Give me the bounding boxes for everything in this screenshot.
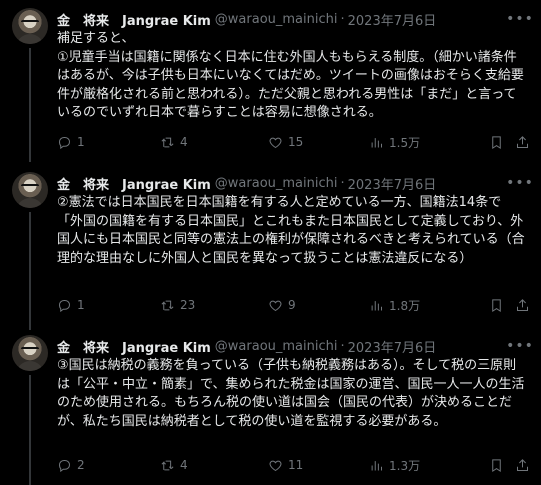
- heart-icon: [269, 300, 282, 311]
- retweet-count: 4: [180, 135, 188, 149]
- retweet-count: 4: [180, 458, 188, 472]
- retweet-button[interactable]: 4: [160, 455, 188, 475]
- like-button[interactable]: 11: [268, 455, 303, 475]
- retweet-button[interactable]: 4: [160, 132, 188, 152]
- thread-line: [29, 48, 31, 162]
- reply-icon: [58, 299, 71, 312]
- reply-button[interactable]: 1: [57, 295, 85, 315]
- views-button[interactable]: 1.8万: [369, 295, 420, 315]
- bookmark-icon: [492, 458, 501, 472]
- bookmark-button[interactable]: [489, 132, 504, 152]
- share-button[interactable]: [515, 295, 530, 315]
- share-icon: [517, 298, 528, 311]
- separator: ·: [340, 175, 345, 191]
- retweet-icon: [161, 137, 174, 147]
- tweet-text: 補足すると、 ①児童手当は国籍に関係なく日本に住む外国人ももらえる制度。（細かい…: [57, 31, 524, 121]
- heart-icon: [269, 460, 282, 471]
- author-handle[interactable]: @waraou_mainichi: [215, 176, 338, 191]
- retweet-icon: [161, 300, 174, 310]
- author-handle[interactable]: @waraou_mainichi: [215, 339, 338, 354]
- retweet-button[interactable]: 23: [160, 295, 195, 315]
- like-count: 15: [288, 135, 304, 149]
- views-chart-icon: [371, 137, 382, 147]
- separator: ·: [340, 11, 345, 27]
- reply-button[interactable]: 1: [57, 132, 85, 152]
- share-button[interactable]: [515, 455, 530, 475]
- thread-line: [29, 375, 31, 485]
- tweet-header: 金 将来 Jangrae Kim @waraou_mainichi · 2023…: [57, 174, 437, 193]
- tweet-text: ③国民は納税の義務を負っている（子供も納税義務はある）。そして税の三原則は「公平…: [57, 358, 525, 429]
- reply-icon: [58, 459, 71, 472]
- tweet[interactable]: 金 将来 Jangrae Kim @waraou_mainichi · 2023…: [0, 8, 541, 162]
- thread-line: [29, 212, 31, 330]
- share-icon: [517, 135, 528, 148]
- views-chart-icon: [371, 300, 382, 310]
- view-count: 1.8万: [389, 298, 421, 313]
- retweet-icon: [161, 460, 174, 470]
- tweet[interactable]: 金 将来 Jangrae Kim @waraou_mainichi · 2023…: [0, 172, 541, 330]
- avatar[interactable]: [12, 335, 48, 371]
- views-button[interactable]: 1.5万: [369, 132, 420, 152]
- separator: ·: [340, 338, 345, 354]
- tweet-header: 金 将来 Jangrae Kim @waraou_mainichi · 2023…: [57, 337, 437, 356]
- author-name[interactable]: 金 将来 Jangrae Kim: [57, 174, 211, 193]
- bookmark-button[interactable]: [489, 455, 504, 475]
- author-handle[interactable]: @waraou_mainichi: [215, 12, 338, 27]
- view-count: 1.3万: [389, 458, 421, 473]
- bookmark-button[interactable]: [489, 295, 504, 315]
- tweet-actions: 2 4 11 1.3万: [57, 455, 530, 475]
- tweet[interactable]: 金 将来 Jangrae Kim @waraou_mainichi · 2023…: [0, 335, 541, 485]
- retweet-count: 23: [180, 298, 196, 312]
- tweet-text: ②憲法では日本国民を日本国籍を有する人と定めている一方、国籍法14条で「外国の国…: [57, 195, 525, 266]
- reply-icon: [58, 136, 71, 149]
- like-button[interactable]: 9: [268, 295, 296, 315]
- like-button[interactable]: 15: [268, 132, 303, 152]
- views-button[interactable]: 1.3万: [369, 455, 420, 475]
- like-count: 9: [288, 298, 296, 312]
- more-dots-icon[interactable]: •••: [506, 337, 533, 355]
- avatar[interactable]: [12, 8, 48, 44]
- share-button[interactable]: [515, 132, 530, 152]
- reply-button[interactable]: 2: [57, 455, 85, 475]
- share-icon: [517, 458, 528, 471]
- view-count: 1.5万: [389, 135, 421, 150]
- tweet-date[interactable]: 2023年7月6日: [348, 174, 437, 193]
- tweet-date[interactable]: 2023年7月6日: [348, 337, 437, 356]
- tweet-actions: 1 4 15 1.5万: [57, 132, 530, 152]
- author-name[interactable]: 金 将来 Jangrae Kim: [57, 10, 211, 29]
- reply-count: 2: [77, 458, 85, 472]
- tweet-date[interactable]: 2023年7月6日: [348, 10, 437, 29]
- tweet-actions: 1 23 9 1.8万: [57, 295, 530, 315]
- avatar[interactable]: [12, 172, 48, 208]
- heart-icon: [269, 137, 282, 148]
- reply-count: 1: [77, 135, 85, 149]
- views-chart-icon: [371, 460, 382, 470]
- bookmark-icon: [492, 135, 501, 149]
- reply-count: 1: [77, 298, 85, 312]
- bookmark-icon: [492, 298, 501, 312]
- author-name[interactable]: 金 将来 Jangrae Kim: [57, 337, 211, 356]
- more-dots-icon[interactable]: •••: [506, 174, 533, 192]
- tweet-header: 金 将来 Jangrae Kim @waraou_mainichi · 2023…: [57, 10, 437, 29]
- like-count: 11: [288, 458, 304, 472]
- more-dots-icon[interactable]: •••: [506, 10, 533, 28]
